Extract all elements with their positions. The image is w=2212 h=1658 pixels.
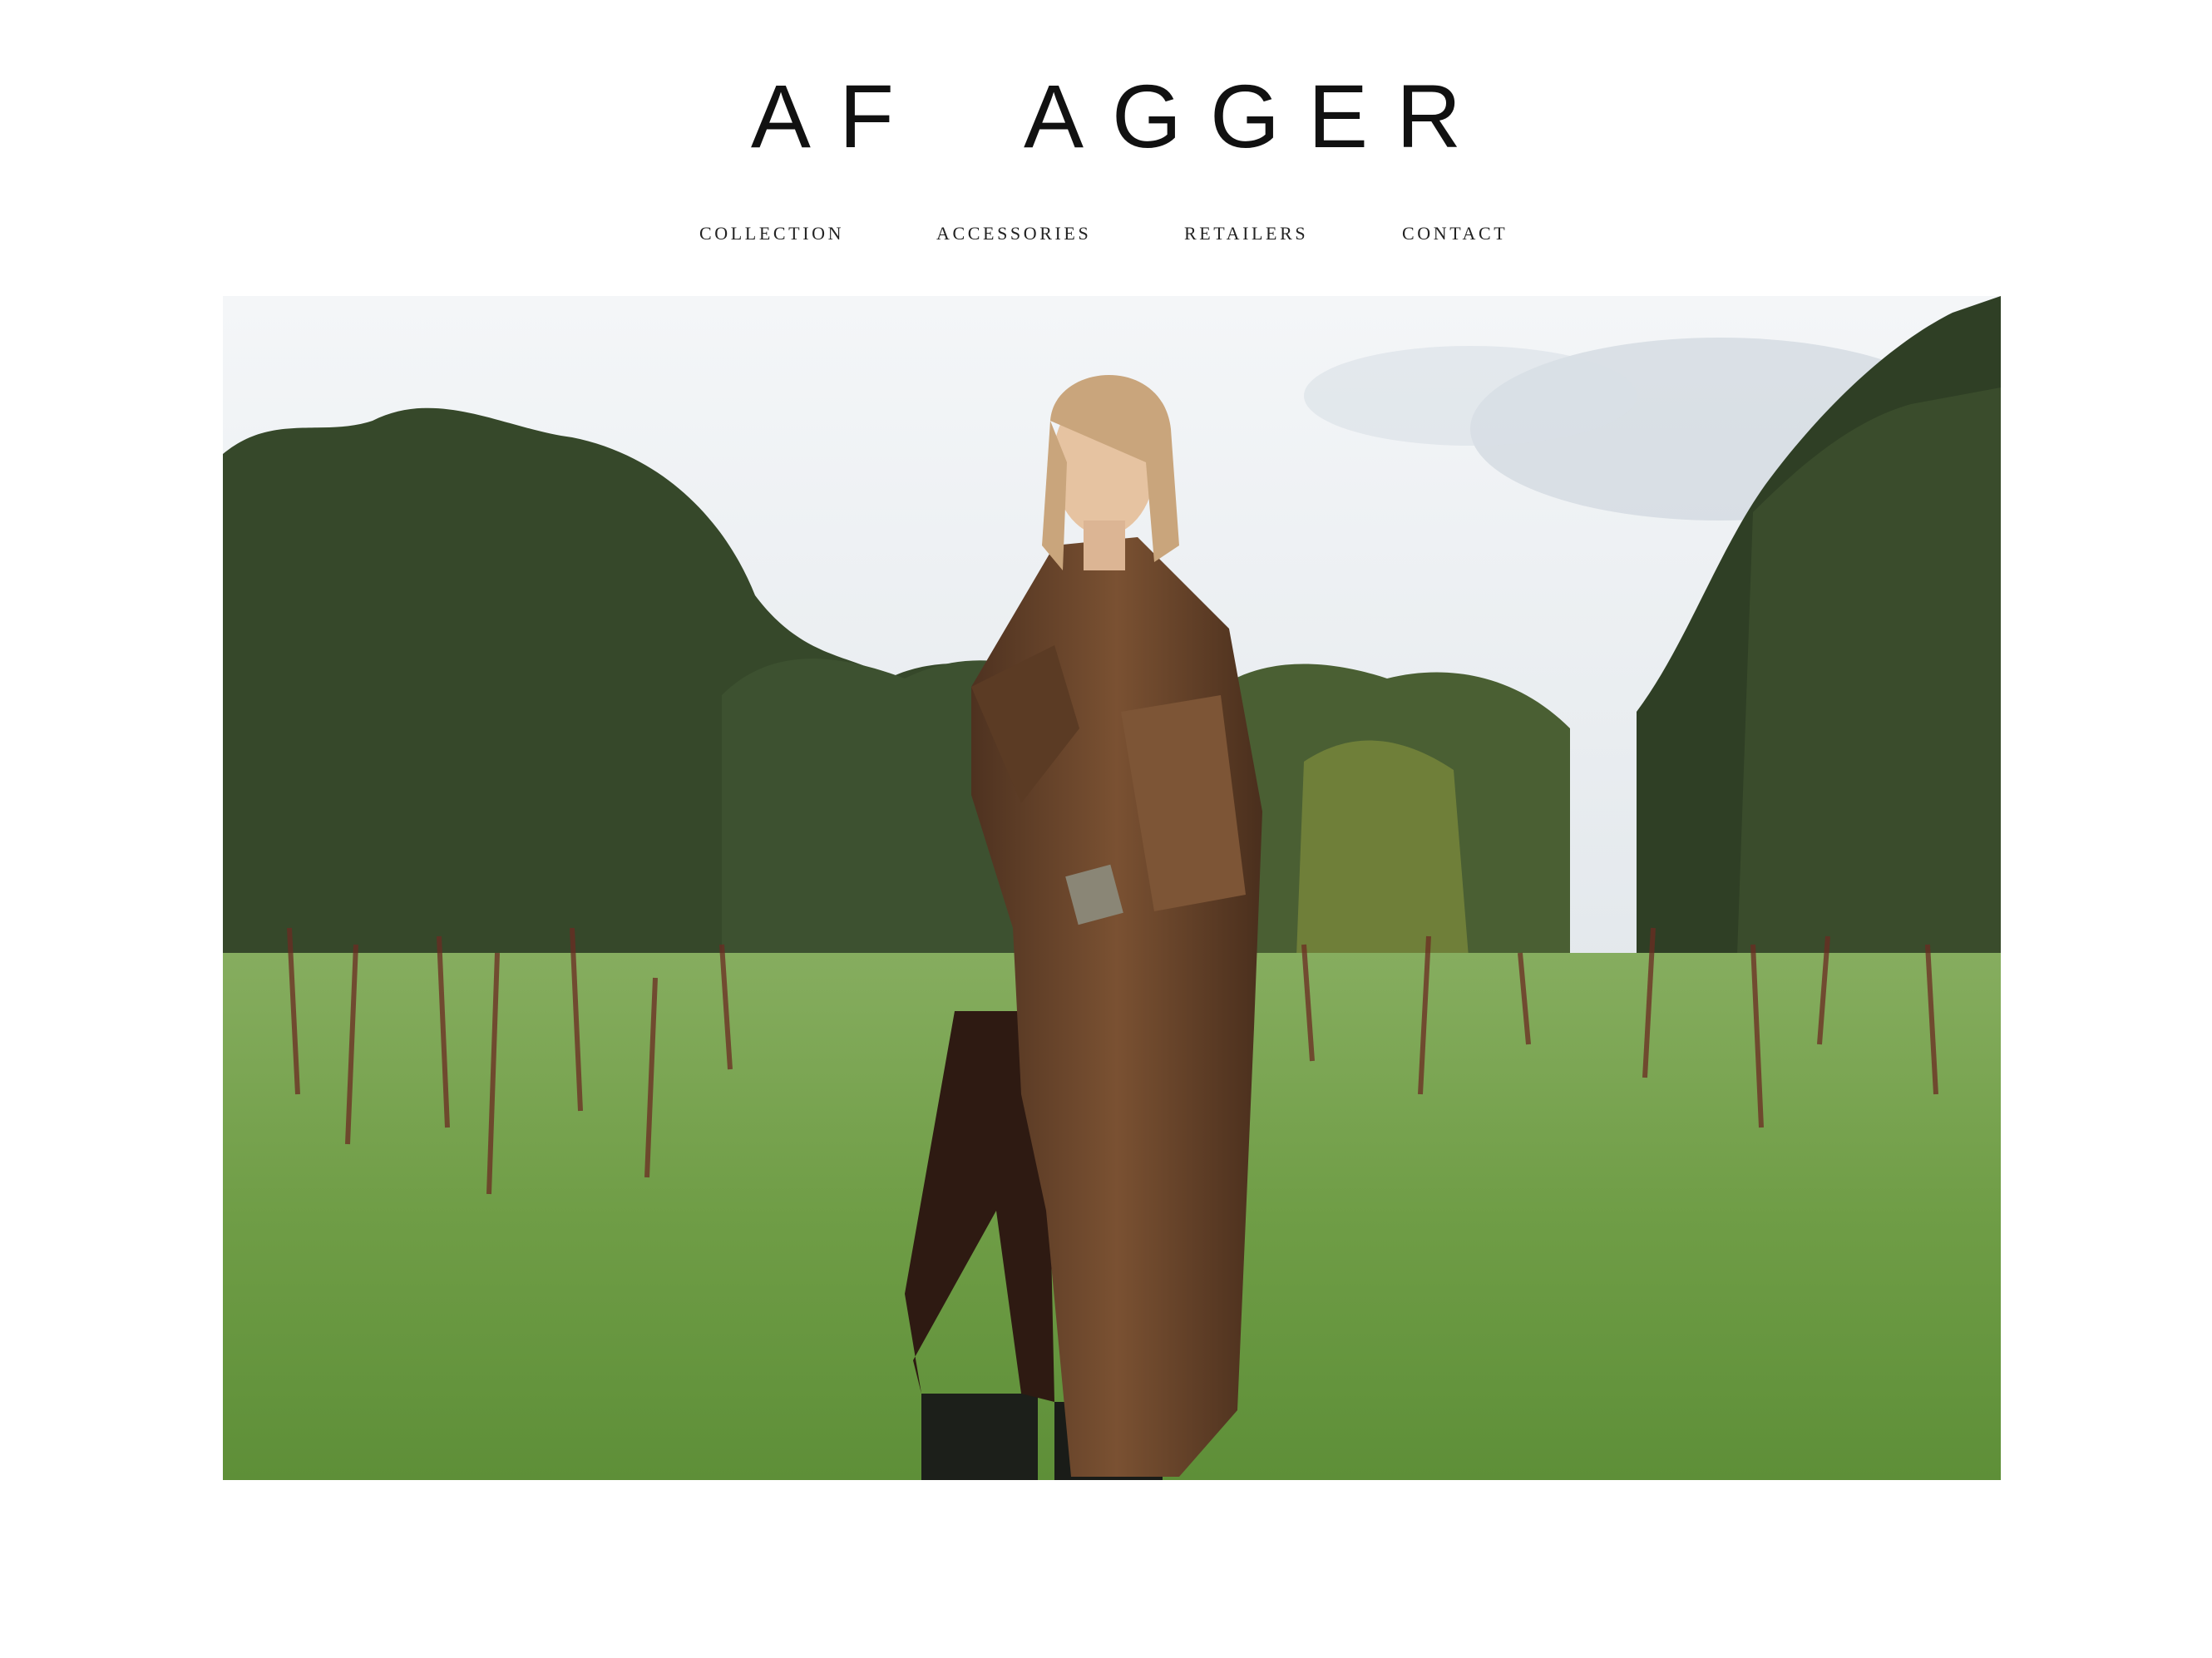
nav-item-retailers[interactable]: RETAILERS — [1184, 221, 1308, 246]
nav-item-contact[interactable]: CONTACT — [1402, 221, 1508, 246]
hero-image — [223, 296, 2001, 1480]
main-nav: COLLECTION ACCESSORIES RETAILERS CONTACT — [0, 221, 2212, 254]
nav-item-collection[interactable]: COLLECTION — [699, 221, 844, 246]
hero-photo-illustration — [223, 296, 2001, 1480]
nav-item-accessories[interactable]: ACCESSORIES — [936, 221, 1091, 246]
site-logo[interactable]: AF AGGER — [0, 72, 2212, 161]
